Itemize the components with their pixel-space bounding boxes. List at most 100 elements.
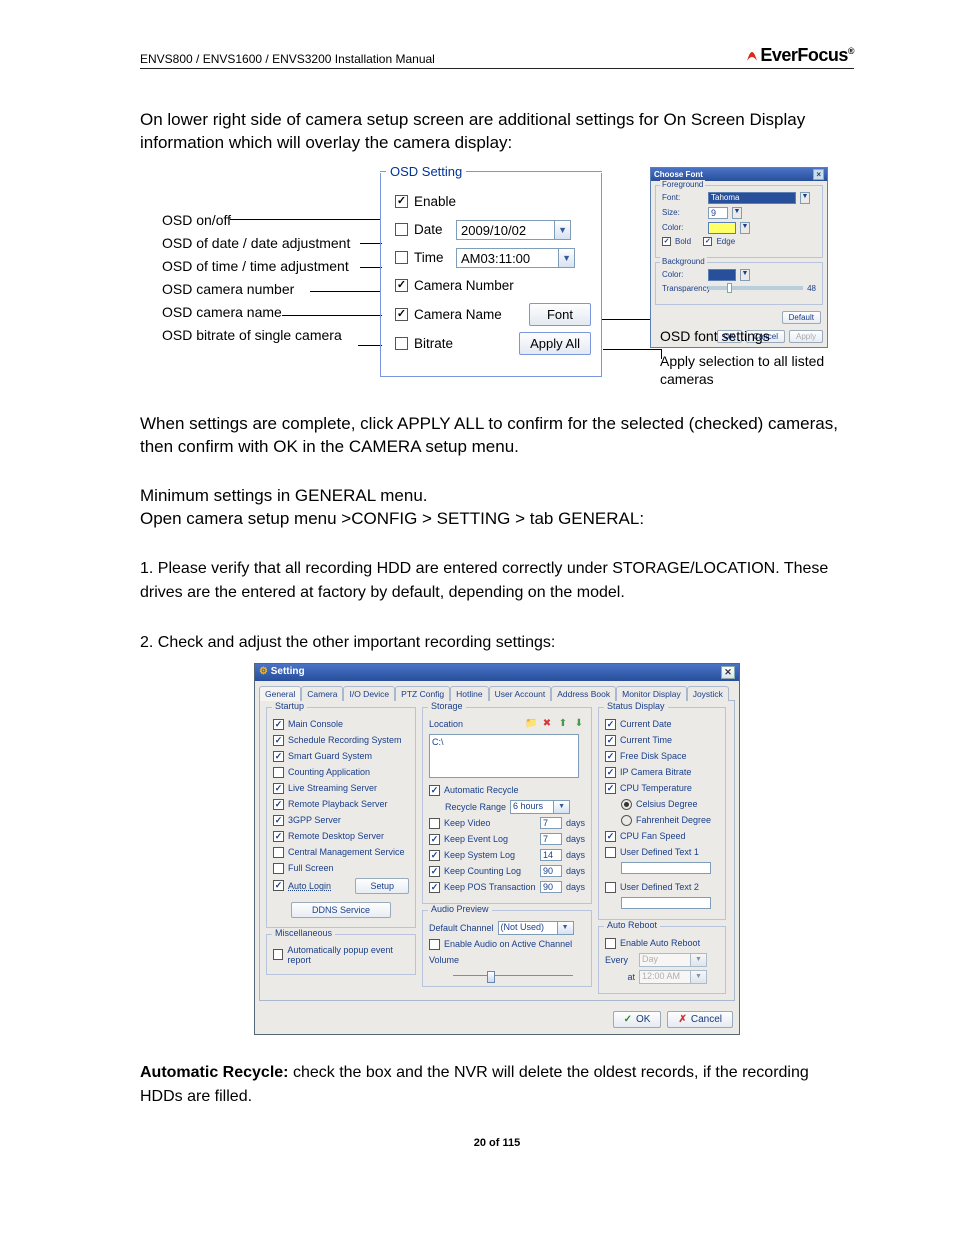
startup-checkbox[interactable] [273, 751, 284, 762]
transparency-slider[interactable] [708, 286, 803, 290]
status-checkbox[interactable] [605, 751, 616, 762]
tab-joystick[interactable]: Joystick [687, 686, 729, 701]
font-button[interactable]: Font [529, 303, 591, 326]
autopopup-checkbox[interactable] [273, 949, 283, 960]
setup-button[interactable]: Setup [355, 878, 409, 894]
keep-days-input[interactable]: 14 [540, 849, 562, 861]
startup-checkbox[interactable] [273, 783, 284, 794]
status-radio[interactable] [621, 815, 632, 826]
chevron-down-icon[interactable]: ▼ [732, 207, 742, 219]
startup-checkbox[interactable] [273, 847, 284, 858]
down-icon[interactable]: ⬇ [573, 718, 585, 729]
ud2-checkbox[interactable] [605, 882, 616, 893]
enable-audio-checkbox[interactable] [429, 939, 440, 950]
apply-button[interactable]: Apply [789, 330, 823, 343]
chevron-down-icon[interactable]: ▼ [690, 954, 706, 966]
tab-i-o-device[interactable]: I/O Device [343, 686, 395, 701]
keep-checkbox[interactable] [429, 866, 440, 877]
setting-dialog: ⚙ Setting ✕ GeneralCameraI/O DevicePTZ C… [254, 663, 740, 1035]
autologin-checkbox[interactable] [273, 880, 284, 891]
folder-icon[interactable]: 📁 [525, 718, 537, 729]
chevron-down-icon[interactable]: ▼ [553, 801, 569, 813]
status-checkbox[interactable] [605, 831, 616, 842]
ud1-input[interactable] [621, 862, 711, 874]
date-checkbox[interactable] [395, 223, 408, 236]
up-icon[interactable]: ⬆ [557, 718, 569, 729]
reboot-legend: Auto Reboot [604, 920, 660, 930]
edge-checkbox[interactable] [703, 237, 712, 246]
size-input[interactable]: 9 [708, 207, 728, 219]
camnum-checkbox[interactable] [395, 279, 408, 292]
tab-monitor-display[interactable]: Monitor Display [616, 686, 687, 701]
location-list[interactable]: C:\ [429, 734, 579, 778]
startup-checkbox[interactable] [273, 735, 284, 746]
enable-checkbox[interactable] [395, 195, 408, 208]
tab-ptz-config[interactable]: PTZ Config [395, 686, 450, 701]
date-dropdown[interactable]: 2009/10/02▼ [456, 220, 571, 240]
keep-days-input[interactable]: 7 [540, 833, 562, 845]
startup-checkbox[interactable] [273, 799, 284, 810]
time-label: Time [414, 250, 450, 265]
ddns-button[interactable]: DDNS Service [291, 902, 391, 918]
startup-checkbox[interactable] [273, 863, 284, 874]
keep-label: Keep Event Log [444, 834, 536, 844]
ud2-input[interactable] [621, 897, 711, 909]
bold-checkbox[interactable] [662, 237, 671, 246]
volume-slider[interactable] [453, 975, 573, 976]
font-select[interactable]: Tahoma [708, 192, 796, 204]
tab-hotline[interactable]: Hotline [450, 686, 488, 701]
status-checkbox[interactable] [605, 783, 616, 794]
time-dropdown[interactable]: AM03:11:00▼ [456, 248, 575, 268]
default-button[interactable]: Default [782, 311, 821, 324]
startup-checkbox[interactable] [273, 767, 284, 778]
status-checkbox[interactable] [605, 735, 616, 746]
recycle-range-select[interactable]: 6 hours▼ [510, 800, 570, 814]
status-checkbox[interactable] [605, 767, 616, 778]
startup-legend: Startup [272, 701, 307, 711]
chevron-down-icon[interactable]: ▼ [800, 192, 810, 204]
status-radio[interactable] [621, 799, 632, 810]
time-checkbox[interactable] [395, 251, 408, 264]
bg-color-swatch[interactable] [708, 269, 736, 281]
startup-checkbox[interactable] [273, 815, 284, 826]
fg-color-swatch[interactable] [708, 222, 736, 234]
chevron-down-icon[interactable]: ▼ [557, 922, 573, 934]
status-checkbox[interactable] [605, 719, 616, 730]
tab-camera[interactable]: Camera [301, 686, 343, 701]
tab-address-book[interactable]: Address Book [551, 686, 616, 701]
startup-checkbox[interactable] [273, 831, 284, 842]
delete-icon[interactable]: ✖ [541, 718, 553, 729]
keep-days-input[interactable]: 90 [540, 881, 562, 893]
cancel-button[interactable]: ✗Cancel [667, 1011, 733, 1028]
osd-setting-panel: OSD Setting Enable Date 2009/10/02▼ Time… [380, 173, 602, 377]
defchan-select[interactable]: (Not Used)▼ [498, 921, 574, 935]
every-select[interactable]: Day▼ [639, 953, 707, 967]
apply-all-button[interactable]: Apply All [519, 332, 591, 355]
at-select[interactable]: 12:00 AM▼ [639, 970, 707, 984]
chevron-down-icon[interactable]: ▼ [740, 269, 750, 281]
chevron-down-icon[interactable]: ▼ [690, 971, 706, 983]
body-p5: 2. Check and adjust the other important … [140, 631, 854, 655]
close-icon[interactable]: ✕ [721, 666, 735, 679]
keep-days-input[interactable]: 90 [540, 865, 562, 877]
ud1-checkbox[interactable] [605, 847, 616, 858]
bitrate-checkbox[interactable] [395, 337, 408, 350]
keep-days-input[interactable]: 7 [540, 817, 562, 829]
reboot-enable-checkbox[interactable] [605, 938, 616, 949]
keep-checkbox[interactable] [429, 818, 440, 829]
startup-item-label: Smart Guard System [288, 751, 372, 761]
keep-checkbox[interactable] [429, 834, 440, 845]
keep-checkbox[interactable] [429, 882, 440, 893]
close-icon[interactable]: × [813, 169, 824, 180]
auto-recycle-checkbox[interactable] [429, 785, 440, 796]
camname-checkbox[interactable] [395, 308, 408, 321]
chevron-down-icon[interactable]: ▼ [558, 249, 574, 267]
tab-general[interactable]: General [259, 686, 301, 701]
ok-button[interactable]: ✓OK [613, 1011, 662, 1028]
keep-checkbox[interactable] [429, 850, 440, 861]
tab-user-account[interactable]: User Account [489, 686, 552, 701]
body-p1: When settings are complete, click APPLY … [140, 413, 854, 459]
chevron-down-icon[interactable]: ▼ [554, 221, 570, 239]
chevron-down-icon[interactable]: ▼ [740, 222, 750, 234]
startup-checkbox[interactable] [273, 719, 284, 730]
